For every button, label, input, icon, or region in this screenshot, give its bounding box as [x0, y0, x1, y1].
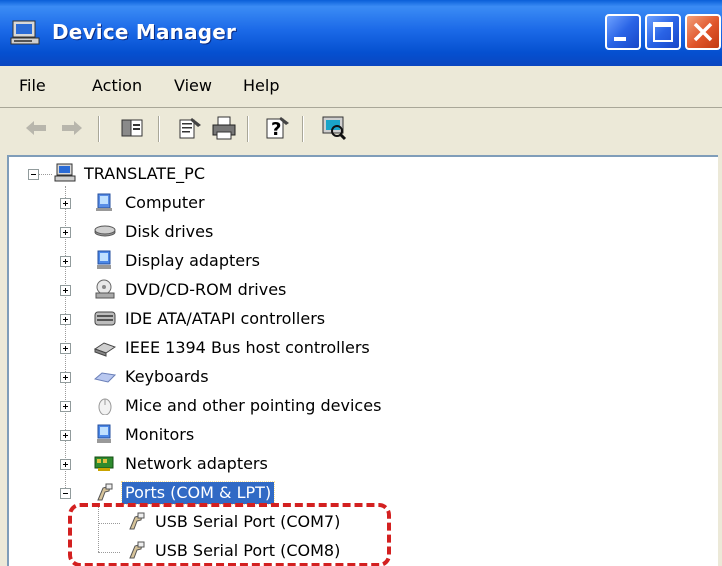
menu-bar: File Action View Help [0, 66, 722, 108]
close-button[interactable] [685, 14, 721, 50]
annotation-highlight [68, 503, 391, 566]
title-bar[interactable]: Device Manager [0, 0, 722, 66]
ide-controller-icon [94, 311, 116, 326]
properties-icon[interactable] [176, 114, 204, 142]
window-title: Device Manager [52, 20, 237, 44]
expand-toggle[interactable] [60, 459, 71, 470]
scan-hardware-icon[interactable] [320, 114, 348, 142]
tree-item-mice[interactable]: Mice and other pointing devices [22, 395, 442, 419]
expand-toggle[interactable] [60, 401, 71, 412]
expand-toggle[interactable] [60, 314, 71, 325]
toolbar: ? [0, 108, 722, 150]
computer-icon [54, 163, 76, 182]
window-right-border [718, 150, 722, 566]
tree-item-label: Ports (COM & LPT) [120, 481, 276, 505]
print-icon[interactable] [210, 114, 238, 142]
tree-item-label: IEEE 1394 Bus host controllers [125, 338, 370, 357]
computer-icon [10, 20, 40, 45]
expand-toggle[interactable] [60, 256, 71, 267]
device-manager-window: Device Manager File Action View Help ? T… [0, 0, 722, 566]
menu-action[interactable]: Action [92, 76, 142, 95]
expand-toggle[interactable] [60, 372, 71, 383]
tree-item-label: Disk drives [125, 222, 214, 241]
display-adapter-icon [97, 250, 111, 269]
close-icon [693, 22, 713, 42]
back-arrow-icon[interactable] [22, 114, 50, 142]
menu-view[interactable]: View [174, 76, 212, 95]
mouse-icon [98, 398, 112, 415]
tree-item-ide-controllers[interactable]: IDE ATA/ATAPI controllers [22, 308, 422, 332]
tree-item-keyboards[interactable]: Keyboards [22, 366, 422, 390]
svg-text:?: ? [271, 119, 281, 140]
tree-item-display-adapters[interactable]: Display adapters [22, 250, 422, 274]
computer-category-icon [96, 193, 112, 211]
minimize-icon [614, 37, 626, 41]
menu-file[interactable]: File [19, 76, 46, 95]
maximize-button[interactable] [645, 14, 681, 50]
console-tree-icon[interactable] [118, 114, 146, 142]
ieee-1394-icon [94, 342, 116, 357]
expand-toggle[interactable] [60, 285, 71, 296]
monitor-icon [97, 424, 111, 443]
maximize-icon [653, 22, 673, 42]
toolbar-separator [98, 116, 100, 142]
toolbar-separator [302, 116, 304, 142]
forward-arrow-icon[interactable] [58, 114, 86, 142]
tree-item-label: Computer [125, 193, 205, 212]
tree-root[interactable]: TRANSLATE_PC [22, 163, 322, 187]
keyboard-icon [94, 372, 116, 383]
tree-item-monitors[interactable]: Monitors [22, 424, 422, 448]
dvd-drive-icon [95, 279, 115, 299]
tree-item-label: DVD/CD-ROM drives [125, 280, 287, 299]
tree-item-label: Keyboards [125, 367, 209, 386]
network-adapter-icon [94, 456, 114, 471]
tree-item-computer[interactable]: Computer [22, 192, 422, 216]
tree-item-label: Monitors [125, 425, 195, 444]
tree-item-label: Display adapters [125, 251, 261, 270]
expand-toggle[interactable] [60, 343, 71, 354]
tree-item-ieee-1394[interactable]: IEEE 1394 Bus host controllers [22, 337, 442, 361]
expand-toggle[interactable] [60, 198, 71, 209]
disk-drive-icon [94, 225, 116, 237]
tree-item-label: IDE ATA/ATAPI controllers [125, 309, 326, 328]
help-icon[interactable]: ? [263, 114, 291, 142]
expand-toggle[interactable] [60, 227, 71, 238]
root-label: TRANSLATE_PC [84, 164, 205, 183]
tree-item-network-adapters[interactable]: Network adapters [22, 453, 422, 477]
collapse-toggle[interactable] [60, 488, 71, 499]
collapse-toggle[interactable] [28, 169, 39, 180]
tree-item-label: Mice and other pointing devices [125, 396, 382, 415]
minimize-button[interactable] [605, 14, 641, 50]
expand-toggle[interactable] [60, 430, 71, 441]
menu-help[interactable]: Help [243, 76, 279, 95]
tree-item-disk-drives[interactable]: Disk drives [22, 221, 422, 245]
tree-item-dvd-cd-rom[interactable]: DVD/CD-ROM drives [22, 279, 422, 303]
toolbar-separator [158, 116, 160, 142]
tree-item-label: Network adapters [125, 454, 268, 473]
port-connector-icon [97, 483, 113, 501]
toolbar-separator [247, 116, 249, 142]
